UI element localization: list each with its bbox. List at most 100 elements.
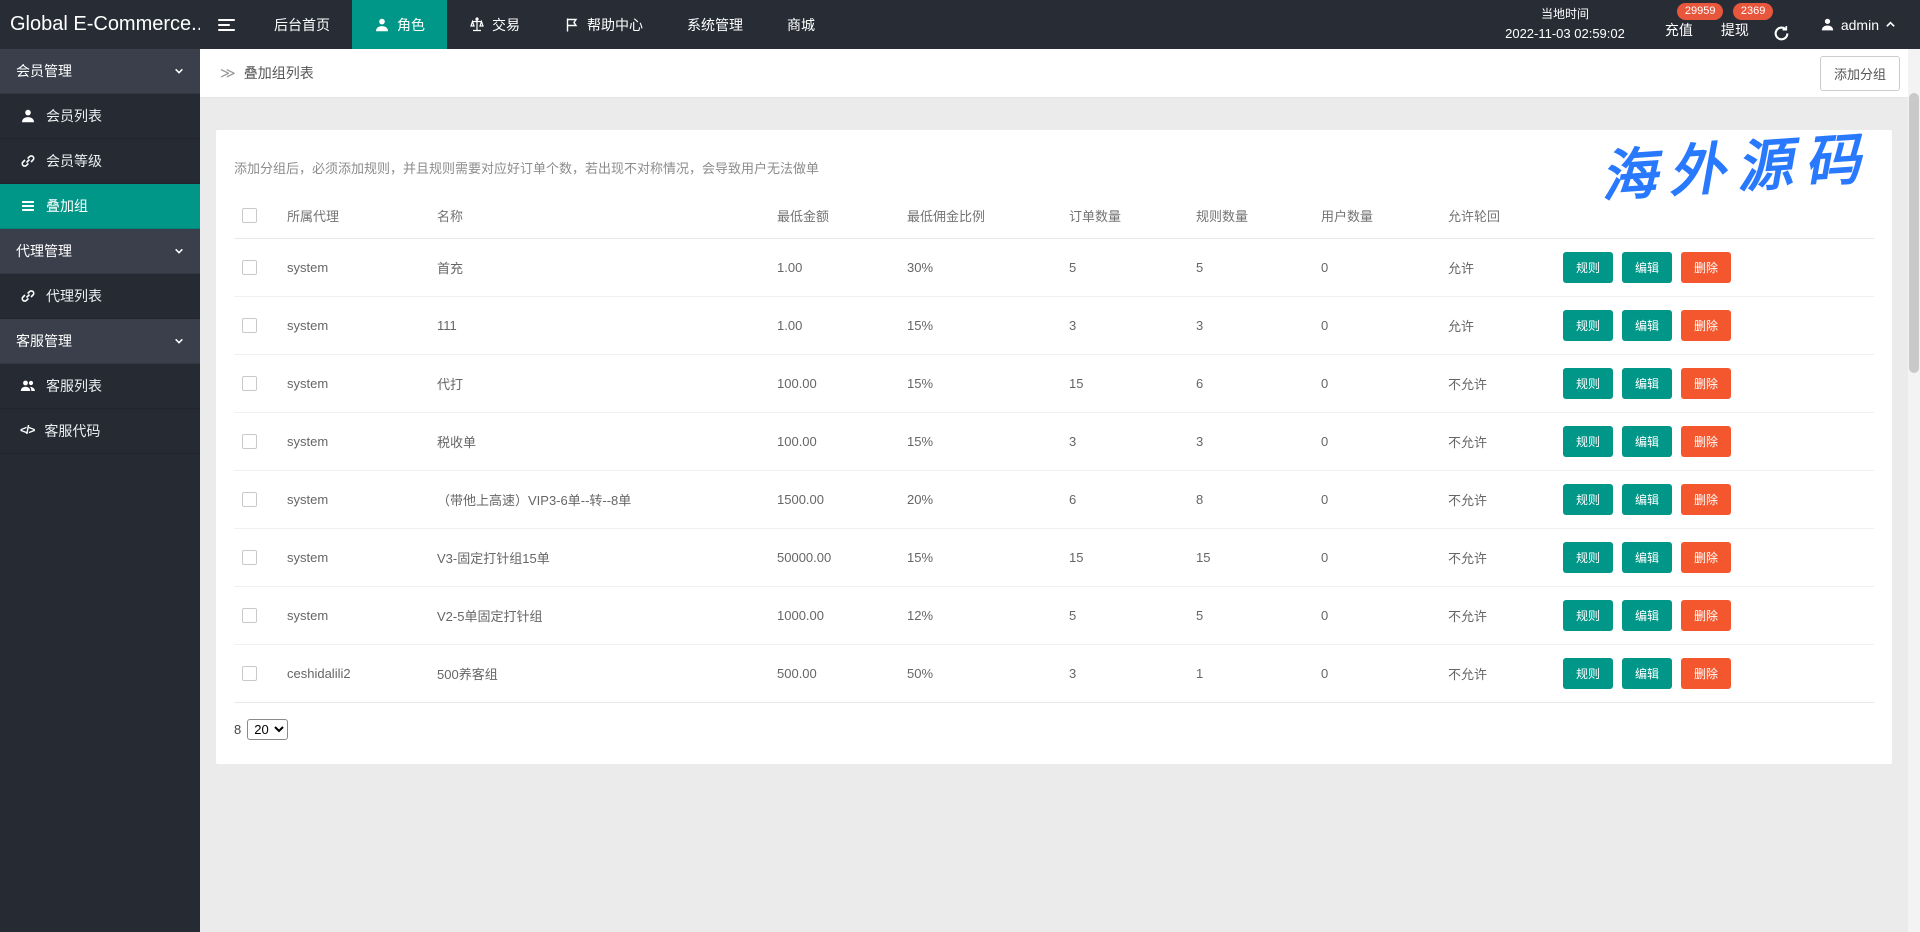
- browser-scrollbar[interactable]: [1908, 49, 1920, 932]
- cell-name: V2-5单固定打针组: [429, 587, 769, 645]
- local-time-value: 2022-11-03 02:59:02: [1505, 24, 1625, 44]
- cell-agent: system: [279, 529, 429, 587]
- row-checkbox[interactable]: [242, 318, 257, 333]
- table-row: ceshidalili2500养客组500.0050%310不允许规则编辑删除: [234, 645, 1874, 703]
- cell-orders: 6: [1061, 471, 1188, 529]
- row-checkbox[interactable]: [242, 666, 257, 681]
- cell-actions: 规则编辑删除: [1555, 297, 1874, 355]
- rules-button[interactable]: 规则: [1563, 368, 1613, 399]
- cell-actions: 规则编辑删除: [1555, 529, 1874, 587]
- rules-button[interactable]: 规则: [1563, 252, 1613, 283]
- sidebar-item-5[interactable]: 代理管理: [0, 229, 200, 274]
- cell-users: 0: [1313, 355, 1440, 413]
- delete-button[interactable]: 删除: [1681, 542, 1731, 573]
- edit-button[interactable]: 编辑: [1622, 542, 1672, 573]
- chevron-down-icon: [174, 336, 184, 346]
- local-time: 当地时间 2022-11-03 02:59:02: [1479, 0, 1651, 49]
- cell-loop: 不允许: [1440, 355, 1555, 413]
- sidebar-item-2[interactable]: 会员列表: [0, 94, 200, 139]
- column-header: 用户数量: [1313, 193, 1440, 239]
- nav-item-6[interactable]: 商城: [765, 0, 837, 49]
- rules-button[interactable]: 规则: [1563, 310, 1613, 341]
- delete-button[interactable]: 删除: [1681, 252, 1731, 283]
- top-navbar: Global E-Commerce... 后台首页角色交易帮助中心系统管理商城 …: [0, 0, 1920, 49]
- recharge-menu-item[interactable]: 充值 29959: [1651, 0, 1707, 49]
- user-icon: [1820, 17, 1835, 32]
- edit-button[interactable]: 编辑: [1622, 600, 1672, 631]
- select-all-checkbox[interactable]: [242, 208, 257, 223]
- cell-min_commission: 30%: [899, 239, 1061, 297]
- sidebar-item-label: 代理管理: [16, 241, 72, 261]
- cell-rules: 3: [1188, 297, 1313, 355]
- sidebar-item-4[interactable]: 叠加组: [0, 184, 200, 229]
- cell-min_amount: 1000.00: [769, 587, 899, 645]
- nav-item-3[interactable]: 交易: [447, 0, 542, 49]
- sidebar-toggle-button[interactable]: [200, 0, 252, 49]
- edit-button[interactable]: 编辑: [1622, 252, 1672, 283]
- cell-users: 0: [1313, 587, 1440, 645]
- rules-button[interactable]: 规则: [1563, 426, 1613, 457]
- user-menu[interactable]: admin: [1806, 0, 1920, 49]
- delete-button[interactable]: 删除: [1681, 426, 1731, 457]
- pagination-total: 8: [234, 722, 241, 737]
- row-checkbox[interactable]: [242, 260, 257, 275]
- cell-rules: 1: [1188, 645, 1313, 703]
- sidebar-item-label: 会员管理: [16, 61, 72, 81]
- row-checkbox[interactable]: [242, 608, 257, 623]
- edit-button[interactable]: 编辑: [1622, 368, 1672, 399]
- row-checkbox[interactable]: [242, 492, 257, 507]
- table-row: system税收单100.0015%330不允许规则编辑删除: [234, 413, 1874, 471]
- cell-loop: 允许: [1440, 297, 1555, 355]
- nav-item-5[interactable]: 系统管理: [665, 0, 765, 49]
- delete-button[interactable]: 删除: [1681, 484, 1731, 515]
- sidebar-item-label: 会员等级: [46, 151, 102, 171]
- withdraw-menu-item[interactable]: 提现 2369: [1707, 0, 1763, 49]
- row-checkbox[interactable]: [242, 434, 257, 449]
- cell-min_amount: 1.00: [769, 297, 899, 355]
- link-icon: [20, 153, 36, 169]
- row-checkbox[interactable]: [242, 550, 257, 565]
- sidebar-item-6[interactable]: 代理列表: [0, 274, 200, 319]
- delete-button[interactable]: 删除: [1681, 658, 1731, 689]
- delete-button[interactable]: 删除: [1681, 368, 1731, 399]
- page-size-select[interactable]: 20: [247, 719, 288, 740]
- cell-agent: system: [279, 471, 429, 529]
- hint-text: 添加分组后，必须添加规则，并且规则需要对应好订单个数，若出现不对称情况，会导致用…: [234, 158, 1874, 177]
- rules-button[interactable]: 规则: [1563, 658, 1613, 689]
- edit-button[interactable]: 编辑: [1622, 658, 1672, 689]
- edit-button[interactable]: 编辑: [1622, 484, 1672, 515]
- main-menu: 后台首页角色交易帮助中心系统管理商城: [252, 0, 837, 49]
- group-table: 所属代理名称最低金额最低佣金比例订单数量规则数量用户数量允许轮回 system首…: [234, 193, 1874, 703]
- cell-orders: 5: [1061, 587, 1188, 645]
- nav-item-2[interactable]: 角色: [352, 0, 447, 49]
- sidebar: 会员管理会员列表会员等级叠加组代理管理代理列表客服管理客服列表</>客服代码: [0, 49, 200, 932]
- delete-button[interactable]: 删除: [1681, 310, 1731, 341]
- hamburger-icon: [218, 19, 235, 31]
- table-row: system代打100.0015%1560不允许规则编辑删除: [234, 355, 1874, 413]
- cell-orders: 3: [1061, 297, 1188, 355]
- sidebar-item-7[interactable]: 客服管理: [0, 319, 200, 364]
- nav-item-1[interactable]: 后台首页: [252, 0, 352, 49]
- cell-loop: 不允许: [1440, 471, 1555, 529]
- sidebar-item-3[interactable]: 会员等级: [0, 139, 200, 184]
- sidebar-item-1[interactable]: 会员管理: [0, 49, 200, 94]
- sidebar-item-label: 会员列表: [46, 106, 102, 126]
- list-icon: [20, 198, 36, 214]
- rules-button[interactable]: 规则: [1563, 600, 1613, 631]
- row-checkbox[interactable]: [242, 376, 257, 391]
- edit-button[interactable]: 编辑: [1622, 310, 1672, 341]
- add-group-button[interactable]: 添加分组: [1820, 56, 1900, 91]
- table-row: system1111.0015%330允许规则编辑删除: [234, 297, 1874, 355]
- chevron-up-icon: [1885, 19, 1896, 30]
- delete-button[interactable]: 删除: [1681, 600, 1731, 631]
- edit-button[interactable]: 编辑: [1622, 426, 1672, 457]
- sidebar-item-8[interactable]: 客服列表: [0, 364, 200, 409]
- pagination: 8 20: [234, 719, 1874, 740]
- column-header: 名称: [429, 193, 769, 239]
- scrollbar-thumb[interactable]: [1909, 93, 1919, 373]
- sidebar-item-9[interactable]: </>客服代码: [0, 409, 200, 454]
- nav-item-4[interactable]: 帮助中心: [542, 0, 665, 49]
- rules-button[interactable]: 规则: [1563, 542, 1613, 573]
- rules-button[interactable]: 规则: [1563, 484, 1613, 515]
- cell-rules: 6: [1188, 355, 1313, 413]
